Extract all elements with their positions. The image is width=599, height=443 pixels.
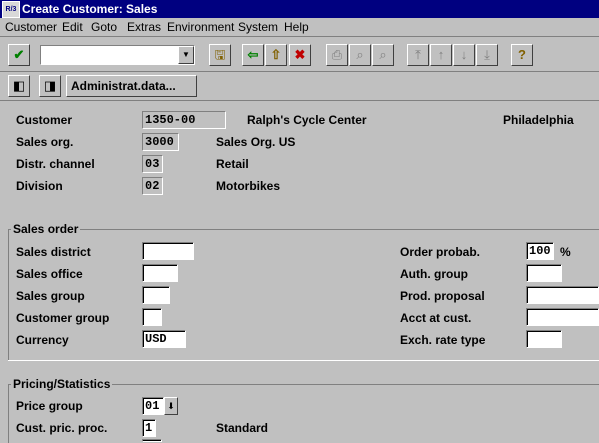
help-question-icon[interactable]: ? <box>511 44 533 66</box>
sales-org-label: Sales org. <box>16 135 74 149</box>
customer-label: Customer <box>16 113 73 127</box>
administrative-data-button[interactable]: Administrat.data... <box>66 75 197 97</box>
prod-proposal-input[interactable] <box>526 286 599 304</box>
menu-bar: Customer Edit Goto Extras Environment Sy… <box>0 18 599 37</box>
next-screen-icon[interactable]: ◨ <box>39 75 61 97</box>
division-label: Division <box>16 179 63 193</box>
customer-group-input[interactable] <box>142 308 162 326</box>
menu-help[interactable]: Help <box>284 20 309 34</box>
cust-pric-proc-input[interactable]: 1 <box>142 419 156 437</box>
cust-pric-proc-text: Standard <box>216 421 269 435</box>
exit-up-icon[interactable]: ⇧ <box>265 44 287 66</box>
order-probab-input[interactable]: 100 <box>526 242 554 260</box>
cust-pric-proc-label: Cust. pric. proc. <box>16 421 108 435</box>
order-probab-unit: % <box>560 245 571 259</box>
order-probab-label: Order probab. <box>400 245 481 259</box>
distr-channel-text: Retail <box>216 157 249 171</box>
last-page-icon[interactable]: ⤓ <box>476 44 498 66</box>
division-text: Motorbikes <box>216 179 281 193</box>
division-field: 02 <box>142 177 163 195</box>
menu-customer[interactable]: Customer <box>5 20 57 34</box>
menu-extras[interactable]: Extras <box>127 20 161 34</box>
customer-field: 1350-00 <box>142 111 226 129</box>
next-page-icon[interactable]: ↓ <box>453 44 475 66</box>
pricing-statistics-title: Pricing/Statistics <box>11 377 113 391</box>
window-title: Create Customer: Sales <box>22 2 158 16</box>
back-arrow-icon[interactable]: ⇦ <box>242 44 264 66</box>
menu-system[interactable]: System <box>238 20 278 34</box>
sales-order-title: Sales order <box>11 222 81 236</box>
acct-at-cust-label: Acct at cust. <box>400 311 472 325</box>
sales-org-text: Sales Org. US <box>216 135 296 149</box>
customer-city: Philadelphia <box>503 113 574 127</box>
sales-org-field: 3000 <box>142 133 179 151</box>
sales-group-input[interactable] <box>142 286 170 304</box>
price-group-input[interactable]: 01 <box>142 397 164 415</box>
save-icon[interactable]: 🖫 <box>209 44 231 66</box>
customer-group-label: Customer group <box>16 311 110 325</box>
distr-channel-field: 03 <box>142 155 163 173</box>
menu-edit[interactable]: Edit <box>62 20 83 34</box>
auth-group-label: Auth. group <box>400 267 468 281</box>
chevron-down-icon[interactable]: ▼ <box>178 46 194 64</box>
acct-at-cust-input[interactable] <box>526 308 599 326</box>
find-icon[interactable]: ⌕ <box>349 44 371 66</box>
print-icon[interactable]: ⎙ <box>326 44 348 66</box>
enter-check-icon[interactable]: ✔ <box>8 44 30 66</box>
customer-name: Ralph's Cycle Center <box>247 113 367 127</box>
price-group-dropdown-icon[interactable]: ⬇ <box>164 397 178 415</box>
cancel-x-icon[interactable]: ✖ <box>289 44 311 66</box>
find-next-icon[interactable]: ⌕ <box>372 44 394 66</box>
sales-order-group <box>8 229 599 360</box>
sales-office-label: Sales office <box>16 267 83 281</box>
currency-label: Currency <box>16 333 69 347</box>
sales-office-input[interactable] <box>142 264 178 282</box>
exch-rate-type-input[interactable] <box>526 330 562 348</box>
sales-group-label: Sales group <box>16 289 85 303</box>
previous-screen-icon[interactable]: ◧ <box>8 75 30 97</box>
prod-proposal-label: Prod. proposal <box>400 289 485 303</box>
menu-environment[interactable]: Environment <box>167 20 234 34</box>
title-bar: R/3 Create Customer: Sales <box>0 0 599 18</box>
previous-page-icon[interactable]: ↑ <box>430 44 452 66</box>
distr-channel-label: Distr. channel <box>16 157 95 171</box>
first-page-icon[interactable]: ⤒ <box>407 44 429 66</box>
currency-input[interactable]: USD <box>142 330 186 348</box>
sales-district-label: Sales district <box>16 245 91 259</box>
price-group-label: Price group <box>16 399 83 413</box>
auth-group-input[interactable] <box>526 264 562 282</box>
command-field[interactable]: ▼ <box>40 45 195 65</box>
sales-district-input[interactable] <box>142 242 194 260</box>
exch-rate-type-label: Exch. rate type <box>400 333 486 347</box>
menu-goto[interactable]: Goto <box>91 20 117 34</box>
system-menu-icon[interactable]: R/3 <box>2 1 20 18</box>
